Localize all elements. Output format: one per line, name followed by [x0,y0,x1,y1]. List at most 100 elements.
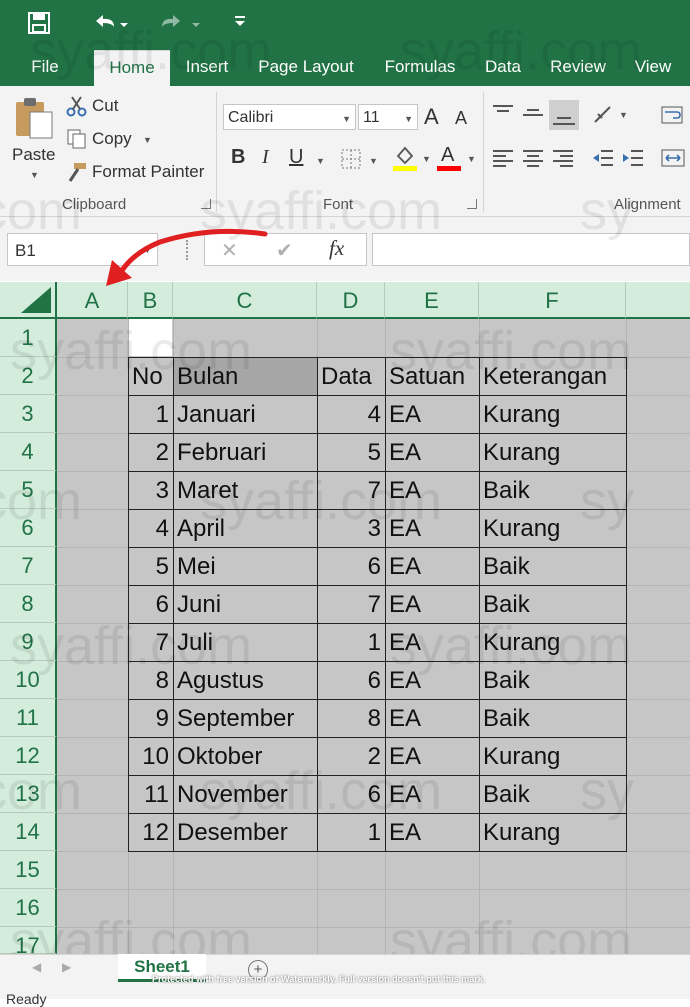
table-cell-bulan[interactable]: Oktober [177,738,313,776]
font-color-button[interactable]: A ▼ [437,144,477,172]
decrease-indent-icon[interactable] [591,148,617,170]
table-cell-keterangan[interactable]: Kurang [483,434,622,472]
table-cell-satuan[interactable]: EA [389,662,475,700]
table-cell-keterangan[interactable]: Baik [483,548,622,586]
table-cell-keterangan[interactable]: Baik [483,586,622,624]
table-cell-bulan[interactable]: November [177,776,313,814]
table-cell-keterangan[interactable]: Kurang [483,738,622,776]
align-left-icon[interactable] [491,148,517,170]
row-header-17[interactable]: 17 [0,927,57,958]
row-header-2[interactable]: 2 [0,357,57,395]
row-header-12[interactable]: 12 [0,737,57,775]
table-cell-no[interactable]: 11 [132,776,169,814]
row-header-13[interactable]: 13 [0,775,57,813]
table-cell-no[interactable]: 10 [132,738,169,776]
merge-center-icon[interactable] [660,148,690,170]
tab-home[interactable]: Home [94,50,170,87]
table-cell-data[interactable]: 6 [321,776,381,814]
table-cell-no[interactable]: 3 [132,472,169,510]
table-cell-data[interactable]: 5 [321,434,381,472]
scroll-sheets-right-icon[interactable]: ▶ [62,960,71,974]
table-cell-keterangan[interactable]: Baik [483,472,622,510]
tab-view[interactable]: View [628,50,678,86]
row-header-1[interactable]: 1 [0,319,57,357]
column-header-f[interactable]: F [479,282,626,319]
table-cell-keterangan[interactable]: Kurang [483,624,622,662]
formula-input[interactable] [372,233,690,266]
table-cell-data[interactable]: 8 [321,700,381,738]
row-header-3[interactable]: 3 [0,395,57,433]
paste-button[interactable]: Paste ▼ [8,92,60,184]
column-header-e[interactable]: E [385,282,479,319]
wrap-text-icon[interactable] [660,104,690,128]
table-cell-satuan[interactable]: EA [389,624,475,662]
redo-icon[interactable] [158,11,202,35]
table-cell-no[interactable]: 12 [132,814,169,852]
table-cell-data[interactable]: 1 [321,814,381,852]
enter-icon[interactable]: ✔ [276,238,293,263]
increase-indent-icon[interactable] [621,148,647,170]
table-cell-no[interactable]: 9 [132,700,169,738]
column-header-g[interactable] [626,282,690,319]
row-header-11[interactable]: 11 [0,699,57,737]
table-header-no[interactable]: No [132,358,169,396]
table-cell-data[interactable]: 1 [321,624,381,662]
table-cell-keterangan[interactable]: Kurang [483,510,622,548]
insert-function-icon[interactable]: fx [329,236,344,261]
shrink-font-button[interactable]: A [455,108,467,129]
table-cell-bulan[interactable]: Agustus [177,662,313,700]
undo-icon[interactable] [92,11,132,35]
font-size-select[interactable]: 11 ▼ [358,104,418,130]
row-header-16[interactable]: 16 [0,889,57,927]
align-center-icon[interactable] [521,148,547,170]
table-cell-keterangan[interactable]: Baik [483,776,622,814]
cut-button[interactable]: Cut [66,94,146,118]
row-header-5[interactable]: 5 [0,471,57,509]
underline-button[interactable]: U [289,146,303,169]
table-cell-data[interactable]: 7 [321,586,381,624]
table-cell-no[interactable]: 6 [132,586,169,624]
table-header-keterangan[interactable]: Keterangan [483,358,622,396]
tab-page-layout[interactable]: Page Layout [250,50,362,86]
table-cell-keterangan[interactable]: Kurang [483,814,622,852]
bold-button[interactable]: B [231,146,245,169]
table-cell-no[interactable]: 1 [132,396,169,434]
tab-formulas[interactable]: Formulas [376,50,464,86]
table-cell-bulan[interactable]: April [177,510,313,548]
row-header-8[interactable]: 8 [0,585,57,623]
top-align-icon[interactable] [491,104,519,128]
align-right-icon[interactable] [551,148,577,170]
font-launcher-icon[interactable] [467,199,477,209]
table-header-bulan[interactable]: Bulan [177,358,313,396]
table-cell-keterangan[interactable]: Kurang [483,396,622,434]
tab-file[interactable]: File [20,50,70,86]
table-cell-no[interactable]: 2 [132,434,169,472]
table-cell-data[interactable]: 7 [321,472,381,510]
copy-button[interactable]: Copy ▼ [66,127,166,151]
table-cell-no[interactable]: 8 [132,662,169,700]
format-painter-button[interactable]: Format Painter [66,160,212,184]
row-header-4[interactable]: 4 [0,433,57,471]
customize-qat-icon[interactable] [233,14,247,28]
row-header-10[interactable]: 10 [0,661,57,699]
middle-align-icon[interactable] [521,104,549,128]
table-cell-satuan[interactable]: EA [389,586,475,624]
active-cell-b1[interactable] [128,319,172,356]
row-header-6[interactable]: 6 [0,509,57,547]
table-cell-bulan[interactable]: Mei [177,548,313,586]
save-icon[interactable] [28,12,50,34]
table-cell-keterangan[interactable]: Baik [483,662,622,700]
table-header-data[interactable]: Data [321,358,381,396]
table-cell-no[interactable]: 4 [132,510,169,548]
table-cell-bulan[interactable]: Juni [177,586,313,624]
table-cell-bulan[interactable]: Juli [177,624,313,662]
clipboard-launcher-icon[interactable] [201,199,211,209]
table-cell-data[interactable]: 6 [321,548,381,586]
tab-review[interactable]: Review [544,50,612,86]
bottom-align-icon[interactable] [549,100,579,130]
table-cell-bulan[interactable]: Januari [177,396,313,434]
select-all-button[interactable] [0,282,57,319]
row-header-14[interactable]: 14 [0,813,57,851]
italic-button[interactable]: I [262,146,269,169]
tab-insert[interactable]: Insert [176,50,238,86]
